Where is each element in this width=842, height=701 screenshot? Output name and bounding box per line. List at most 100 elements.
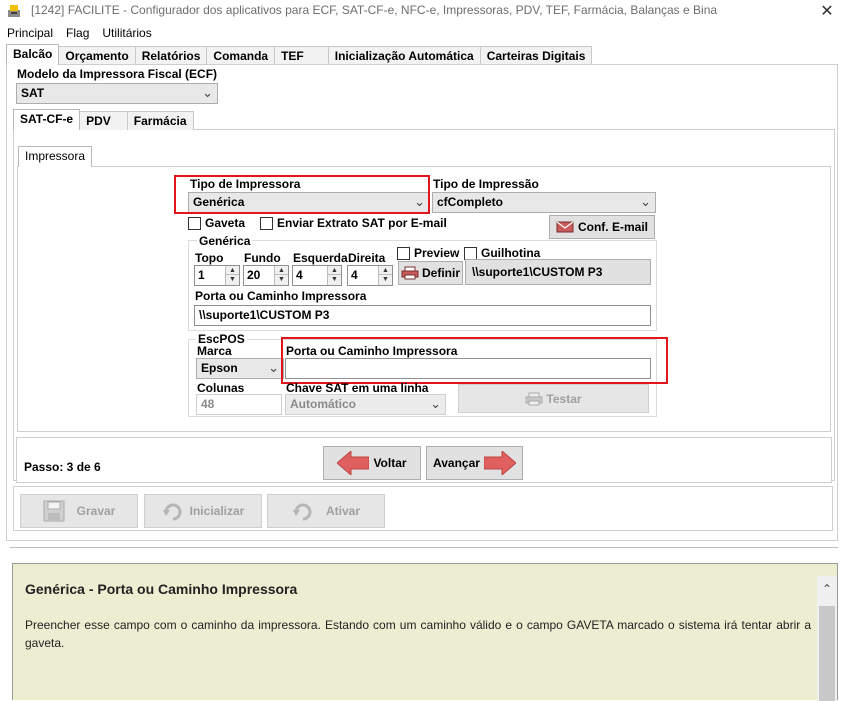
- gravar-label: Gravar: [76, 504, 116, 518]
- definir-button[interactable]: Definir: [398, 261, 463, 285]
- testar-label: Testar: [546, 391, 582, 406]
- chevron-down-icon: ⌄: [640, 194, 651, 209]
- definir-label: Definir: [421, 266, 460, 280]
- sub-tabs: SAT-CF-e PDV Farmácia: [13, 109, 194, 130]
- stepper-arrows: ▲ ▼: [327, 266, 341, 285]
- checkbox-box: [260, 216, 273, 230]
- menu-utilitarios[interactable]: Utilitários: [95, 24, 157, 42]
- menu-flag[interactable]: Flag: [59, 24, 95, 42]
- email-icon: [556, 221, 574, 233]
- enviar-extrato-checkbox[interactable]: Enviar Extrato SAT por E-mail: [260, 216, 447, 230]
- arrow-up-icon[interactable]: ▲: [328, 266, 341, 275]
- avancar-label: Avançar: [433, 456, 480, 470]
- ativar-label: Ativar: [325, 504, 360, 518]
- divider: [10, 547, 838, 548]
- chevron-down-icon: ⌄: [268, 360, 279, 375]
- gaveta-label: Gaveta: [205, 216, 246, 230]
- fundo-label: Fundo: [244, 251, 281, 265]
- checkbox-box: [397, 246, 410, 260]
- close-button[interactable]: ✕: [812, 0, 842, 22]
- help-body: Preencher esse campo com o caminho da im…: [25, 618, 811, 650]
- tipo-impressao-select[interactable]: cfCompleto ⌄: [432, 192, 656, 213]
- tab-orcamento[interactable]: Orçamento: [58, 46, 136, 65]
- arrow-down-icon[interactable]: ▼: [379, 275, 392, 284]
- tab-tef[interactable]: TEF: [274, 46, 329, 65]
- gravar-button[interactable]: Gravar: [20, 494, 138, 528]
- colunas-input[interactable]: 48: [196, 394, 282, 415]
- gaveta-checkbox[interactable]: Gaveta: [188, 216, 245, 230]
- scrollbar-thumb[interactable]: [819, 606, 835, 701]
- fundo-value: 20: [247, 268, 261, 282]
- escpos-porta-label: Porta ou Caminho Impressora: [286, 344, 458, 358]
- checkbox-box: [464, 246, 477, 260]
- generica-group-label: Genérica: [197, 234, 253, 248]
- arrow-right-icon: [483, 451, 516, 475]
- esquerda-stepper[interactable]: 4 ▲ ▼: [292, 265, 342, 286]
- step-text: Passo: 3 de 6: [24, 460, 101, 474]
- arrow-up-icon[interactable]: ▲: [226, 266, 239, 275]
- inicializar-label: Inicializar: [189, 504, 245, 518]
- tab-balcao[interactable]: Balcão: [6, 44, 60, 65]
- chevron-down-icon: ⌄: [202, 85, 213, 100]
- arrow-down-icon[interactable]: ▼: [275, 275, 288, 284]
- generica-porta-label: Porta ou Caminho Impressora: [195, 289, 367, 303]
- voltar-label: Voltar: [373, 456, 407, 470]
- avancar-button[interactable]: Avançar: [426, 446, 523, 480]
- chevron-up-icon[interactable]: ⌃: [822, 582, 832, 596]
- topo-stepper[interactable]: 1 ▲ ▼: [194, 265, 240, 286]
- help-title: Genérica - Porta ou Caminho Impressora: [25, 581, 298, 597]
- conf-email-button[interactable]: Conf. E-mail: [549, 215, 655, 239]
- marca-value: Epson: [201, 361, 238, 375]
- tab-inicializacao[interactable]: Inicialização Automática: [327, 46, 481, 65]
- stepper-arrows: ▲ ▼: [274, 266, 288, 285]
- tipo-impressao-label: Tipo de Impressão: [433, 177, 539, 191]
- arrow-up-icon[interactable]: ▲: [379, 266, 392, 275]
- generica-porta-input[interactable]: \\suporte1\CUSTOM P3: [194, 305, 651, 326]
- stepper-arrows: ▲ ▼: [225, 266, 239, 285]
- colunas-label: Colunas: [197, 381, 245, 395]
- direita-value: 4: [351, 268, 358, 282]
- guilhotina-checkbox[interactable]: Guilhotina: [464, 246, 540, 260]
- save-icon: [43, 500, 65, 522]
- preview-label: Preview: [414, 246, 460, 260]
- tab-impressora[interactable]: Impressora: [18, 146, 93, 167]
- app-icon: [6, 3, 24, 19]
- voltar-button[interactable]: Voltar: [323, 446, 421, 480]
- direita-stepper[interactable]: 4 ▲ ▼: [347, 265, 393, 286]
- tab-farmacia[interactable]: Farmácia: [126, 111, 194, 130]
- stepper-arrows: ▲ ▼: [378, 266, 392, 285]
- chave-sat-select[interactable]: Automático ⌄: [285, 394, 446, 415]
- help-panel: Genérica - Porta ou Caminho Impressora P…: [12, 563, 838, 701]
- printer-icon: [525, 392, 543, 405]
- escpos-porta-input[interactable]: [285, 358, 651, 379]
- refresh-icon: [292, 503, 312, 521]
- menu-bar: Principal Flag Utilitários: [0, 24, 158, 42]
- arrow-down-icon[interactable]: ▼: [226, 275, 239, 284]
- inner-tabs: Impressora: [18, 146, 93, 167]
- printer-model-select[interactable]: SAT ⌄: [16, 83, 218, 104]
- step-panel: [16, 437, 832, 483]
- printer-path-button[interactable]: \\suporte1\CUSTOM P3: [465, 259, 651, 285]
- marca-select[interactable]: Epson ⌄: [196, 358, 284, 379]
- main-tabs: Balcão Orçamento Relatórios Comanda TEF …: [6, 43, 593, 65]
- chevron-down-icon: ⌄: [430, 396, 441, 411]
- arrow-down-icon[interactable]: ▼: [328, 275, 341, 284]
- menu-principal[interactable]: Principal: [0, 24, 59, 42]
- tab-sat-cfe[interactable]: SAT-CF-e: [13, 109, 81, 130]
- preview-checkbox[interactable]: Preview: [397, 246, 459, 260]
- window-title: [1242] FACILITE - Configurador dos aplic…: [31, 3, 718, 17]
- fundo-stepper[interactable]: 20 ▲ ▼: [243, 265, 289, 286]
- ativar-button[interactable]: Ativar: [267, 494, 385, 528]
- tipo-impressora-select[interactable]: Genérica ⌄: [188, 192, 430, 213]
- esquerda-value: 4: [296, 268, 303, 282]
- help-scrollbar[interactable]: ⌃: [817, 576, 837, 701]
- direita-label: Direita: [348, 251, 386, 265]
- arrow-up-icon[interactable]: ▲: [275, 266, 288, 275]
- tab-relatorios[interactable]: Relatórios: [134, 46, 208, 65]
- tab-carteiras[interactable]: Carteiras Digitais: [479, 46, 593, 65]
- inicializar-button[interactable]: Inicializar: [144, 494, 262, 528]
- topo-label: Topo: [195, 251, 224, 265]
- tab-comanda[interactable]: Comanda: [206, 46, 276, 65]
- testar-button[interactable]: Testar: [458, 384, 649, 413]
- tab-pdv[interactable]: PDV: [79, 111, 128, 130]
